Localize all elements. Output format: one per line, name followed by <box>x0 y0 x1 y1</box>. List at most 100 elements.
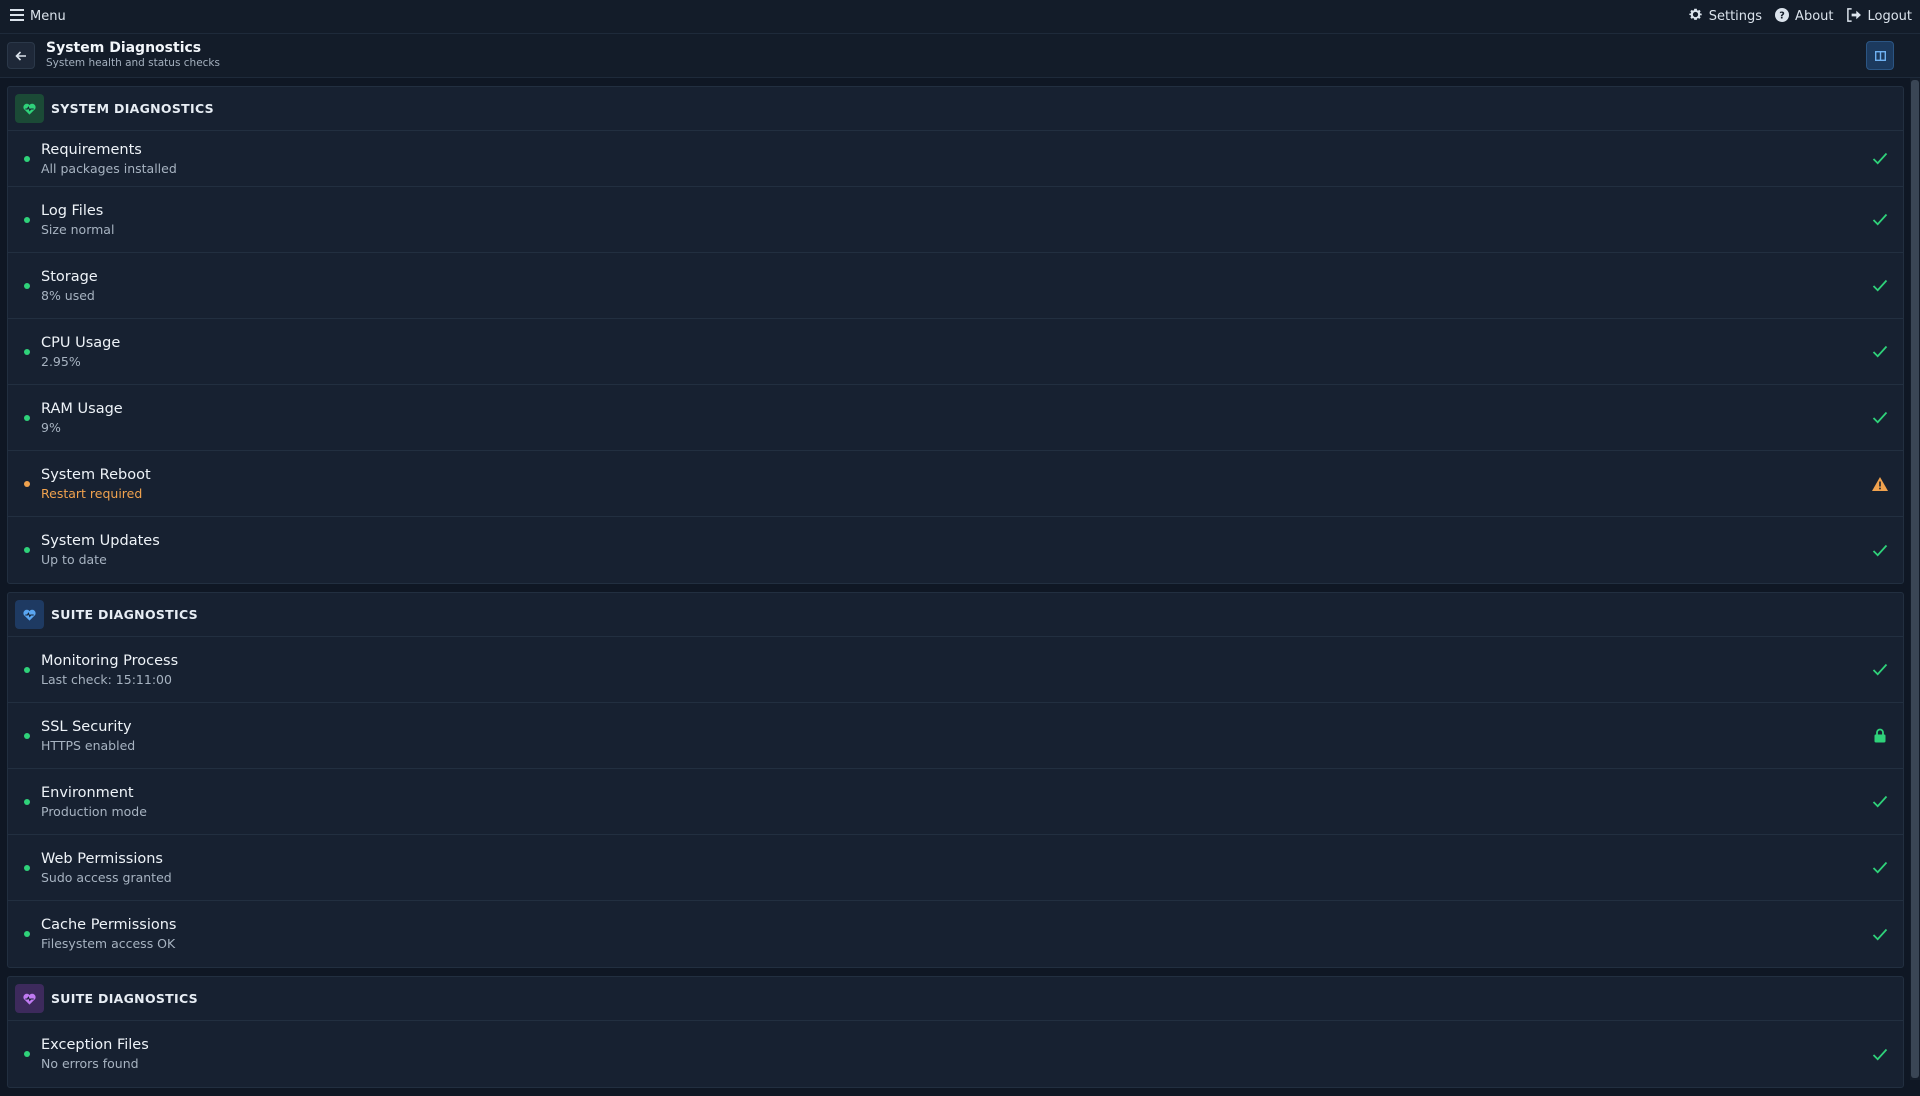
status-dot <box>24 348 30 355</box>
status-dot <box>24 931 30 937</box>
diagnostic-status: Up to date <box>41 552 107 567</box>
diagnostic-status: Production mode <box>41 803 147 819</box>
section-header: SYSTEM DIAGNOSTICS <box>8 87 1903 131</box>
diagnostic-status: 2.95% <box>41 353 81 369</box>
check-icon <box>1871 541 1889 559</box>
check-icon <box>1871 793 1889 811</box>
diagnostic-status: Sudo access granted <box>41 869 172 885</box>
status-dot <box>24 282 30 289</box>
back-button[interactable] <box>7 42 35 69</box>
diagnostic-status: All packages installed <box>41 160 177 176</box>
heart-pulse-icon <box>15 94 44 123</box>
page-subtitle: System health and status checks <box>46 57 220 69</box>
section-title: SYSTEM DIAGNOSTICS <box>51 101 214 116</box>
diagnostics-section: SYSTEM DIAGNOSTICS Requirements All packag… <box>7 86 1904 584</box>
status-dot <box>24 864 30 871</box>
status-dot <box>24 732 30 739</box>
diagnostic-name: RAM Usage <box>41 400 123 417</box>
diagnostic-row[interactable]: Storage 8% used <box>8 253 1903 319</box>
diagnostic-row[interactable]: System Updates Up to date <box>8 517 1903 583</box>
heart-pulse-icon <box>15 600 44 629</box>
diagnostic-row[interactable]: Log Files Size normal <box>8 187 1903 253</box>
status-dot <box>24 547 30 553</box>
panel-icon <box>1874 46 1886 65</box>
diagnostic-row[interactable]: SSL Security HTTPS enabled <box>8 703 1903 769</box>
question-circle-icon: ? <box>1775 7 1795 26</box>
scrollbar-thumb[interactable] <box>1911 80 1919 1078</box>
svg-text:?: ? <box>1779 10 1785 21</box>
diagnostic-status: 8% used <box>41 287 95 303</box>
status-dot <box>24 414 30 421</box>
page-header: System Diagnostics System health and sta… <box>0 34 1920 78</box>
check-icon <box>1871 277 1889 295</box>
diagnostics-section: SUITE DIAGNOSTICS Monitoring Process Last … <box>7 592 1904 968</box>
diagnostic-status: HTTPS enabled <box>41 737 136 753</box>
hamburger-icon <box>10 8 30 25</box>
diagnostics-content: SYSTEM DIAGNOSTICS Requirements All packag… <box>7 86 1904 1096</box>
diagnostic-row[interactable]: CPU Usage 2.95% <box>8 319 1903 385</box>
diagnostics-section: SUITE DIAGNOSTICS Exception Files No error… <box>7 976 1904 1088</box>
diagnostic-row[interactable]: Requirements All packages installed <box>8 131 1903 187</box>
diagnostic-name: System Updates <box>41 533 160 549</box>
section-title: SUITE DIAGNOSTICS <box>51 991 198 1006</box>
menu-button[interactable]: Menu <box>10 8 66 25</box>
diagnostic-row[interactable]: RAM Usage 9% <box>8 385 1903 451</box>
menu-label: Menu <box>30 9 66 24</box>
lock-icon <box>1871 727 1889 745</box>
settings-button[interactable]: Settings <box>1688 7 1762 26</box>
diagnostic-row[interactable]: Cache Permissions Filesystem access OK <box>8 901 1903 967</box>
check-icon <box>1871 1045 1889 1063</box>
about-button[interactable]: ? About <box>1775 7 1834 26</box>
status-dot <box>24 480 30 487</box>
section-header: SUITE DIAGNOSTICS <box>8 593 1903 637</box>
check-icon <box>1871 925 1889 943</box>
gear-icon <box>1688 7 1709 26</box>
diagnostic-name: Log Files <box>41 202 104 219</box>
warning-icon <box>1871 475 1889 493</box>
diagnostic-name: Exception Files <box>41 1037 149 1053</box>
top-bar: Menu Settings ? About Logout <box>0 0 1920 34</box>
check-icon <box>1871 859 1889 877</box>
settings-label: Settings <box>1708 9 1763 24</box>
logout-button[interactable]: Logout <box>1846 7 1912 26</box>
panel-toggle-button[interactable] <box>1866 41 1894 70</box>
logout-icon <box>1846 7 1867 26</box>
check-icon <box>1871 211 1889 229</box>
diagnostic-name: SSL Security <box>41 718 132 735</box>
diagnostic-status: 9% <box>41 419 61 435</box>
check-icon <box>1871 661 1889 679</box>
diagnostic-name: Requirements <box>41 141 142 158</box>
diagnostic-name: Environment <box>41 784 134 801</box>
status-dot <box>24 216 30 223</box>
diagnostic-name: Web Permissions <box>41 850 163 867</box>
diagnostic-name: System Reboot <box>41 466 151 483</box>
diagnostic-name: Cache Permissions <box>41 917 177 933</box>
diagnostic-status: Filesystem access OK <box>41 936 176 951</box>
check-icon <box>1871 409 1889 427</box>
status-dot <box>24 1051 30 1057</box>
diagnostic-name: CPU Usage <box>41 334 121 351</box>
diagnostic-status: Restart required <box>41 485 143 501</box>
status-dot <box>24 666 30 673</box>
diagnostic-row[interactable]: Environment Production mode <box>8 769 1903 835</box>
status-dot <box>24 798 30 805</box>
diagnostic-name: Monitoring Process <box>41 652 179 669</box>
diagnostic-name: Storage <box>41 268 98 285</box>
heart-pulse-icon <box>15 984 44 1013</box>
page-title: System Diagnostics <box>46 40 202 56</box>
check-icon <box>1871 343 1889 361</box>
diagnostic-row[interactable]: System Reboot Restart required <box>8 451 1903 517</box>
section-header: SUITE DIAGNOSTICS <box>8 977 1903 1021</box>
about-label: About <box>1795 9 1834 24</box>
diagnostic-status: Size normal <box>41 221 115 237</box>
section-title: SUITE DIAGNOSTICS <box>51 607 198 622</box>
status-dot <box>24 155 30 162</box>
diagnostic-status: No errors found <box>41 1056 139 1071</box>
diagnostic-row[interactable]: Web Permissions Sudo access granted <box>8 835 1903 901</box>
check-icon <box>1871 150 1889 168</box>
arrow-left-icon <box>15 46 27 65</box>
diagnostic-row[interactable]: Exception Files No errors found <box>8 1021 1903 1087</box>
diagnostic-row[interactable]: Monitoring Process Last check: 15:11:00 <box>8 637 1903 703</box>
logout-label: Logout <box>1867 9 1912 24</box>
diagnostic-status: Last check: 15:11:00 <box>41 671 172 687</box>
